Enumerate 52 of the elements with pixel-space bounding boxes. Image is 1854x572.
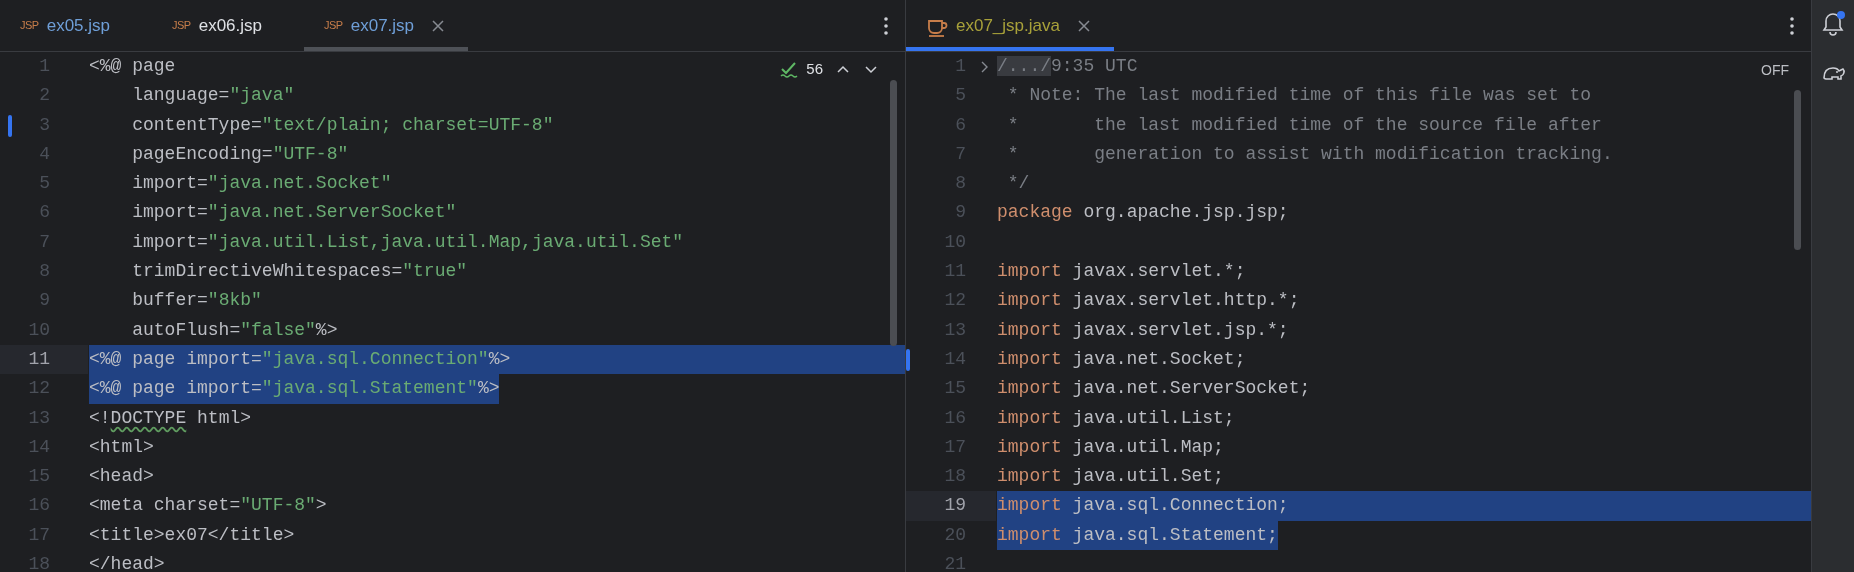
code-line: <title>ex07</title> [89, 523, 295, 547]
code-line: <html> [89, 435, 154, 459]
more-button[interactable] [883, 16, 889, 36]
code-line: import javax.servlet.*; [997, 260, 1246, 284]
file-type-label: JSP [172, 18, 191, 34]
file-tab[interactable]: JSP ex06.jsp [152, 0, 285, 51]
code-line: /.../9:35 UTC [997, 55, 1138, 78]
file-type-label: JSP [20, 18, 39, 34]
code-line: import java.net.Socket; [997, 347, 1246, 371]
code-line: <%@ page [89, 55, 176, 78]
file-tab[interactable]: ex07_jsp.java [906, 0, 1114, 51]
check-icon [780, 60, 799, 78]
inspection-button[interactable]: 56 [780, 60, 823, 78]
reader-mode-toggle[interactable]: OFF [1761, 60, 1789, 81]
line-number: 19 [944, 494, 966, 518]
file-tab[interactable]: JSP ex05.jsp [0, 0, 132, 51]
scrollbar-thumb[interactable] [890, 80, 897, 346]
more-icon [883, 16, 889, 36]
code-line: import java.net.ServerSocket; [997, 377, 1311, 401]
more-button[interactable] [1789, 16, 1795, 36]
problem-count: 56 [806, 60, 823, 78]
more-icon [1789, 16, 1795, 36]
code-line: <!DOCTYPE html> [89, 406, 252, 430]
close-icon[interactable] [430, 17, 447, 34]
close-icon[interactable] [1075, 17, 1092, 34]
code-line: autoFlush="false"%> [131, 318, 338, 342]
code-line: buffer="8kb" [131, 289, 262, 313]
code-line: package org.apache.jsp.jsp; [997, 201, 1289, 225]
code-line: <meta charset="UTF-8"> [89, 494, 327, 518]
code-line: contentType="text/plain; charset=UTF-8" [131, 113, 554, 137]
code-line: </head> [89, 553, 165, 572]
code-line: import="java.net.Socket" [131, 172, 392, 196]
code-line: */ [1006, 172, 1030, 196]
code-line: import java.util.List; [997, 406, 1235, 430]
code-line: pageEncoding="UTF-8" [131, 142, 349, 166]
code-line: import java.util.Map; [997, 435, 1224, 459]
scrollbar-thumb[interactable] [1794, 90, 1801, 250]
code-line: * Note: The last modified time of this file was set to [1006, 84, 1592, 108]
code-line: import javax.servlet.http.*; [997, 289, 1300, 313]
code-line: * the last modified time of the source file after [1006, 113, 1602, 137]
code-line: trimDirectiveWhitespaces="true" [131, 260, 468, 284]
code-line: import java.util.Set; [997, 465, 1224, 489]
file-tab[interactable]: JSP ex07.jsp [304, 0, 469, 51]
code-line: * generation to assist with modification tracking. [1006, 142, 1613, 166]
bell-icon[interactable] [1820, 10, 1846, 36]
code-line: import="java.net.ServerSocket" [131, 201, 457, 225]
file-type-label: JSP [324, 18, 343, 34]
code-line: import javax.servlet.jsp.*; [997, 318, 1289, 342]
code-line: <head> [89, 465, 154, 489]
line-number: 11 [28, 347, 50, 371]
code-line: language="java" [131, 84, 295, 108]
code-line: import="java.util.List,java.util.Map,java.util.Set" [131, 230, 684, 254]
